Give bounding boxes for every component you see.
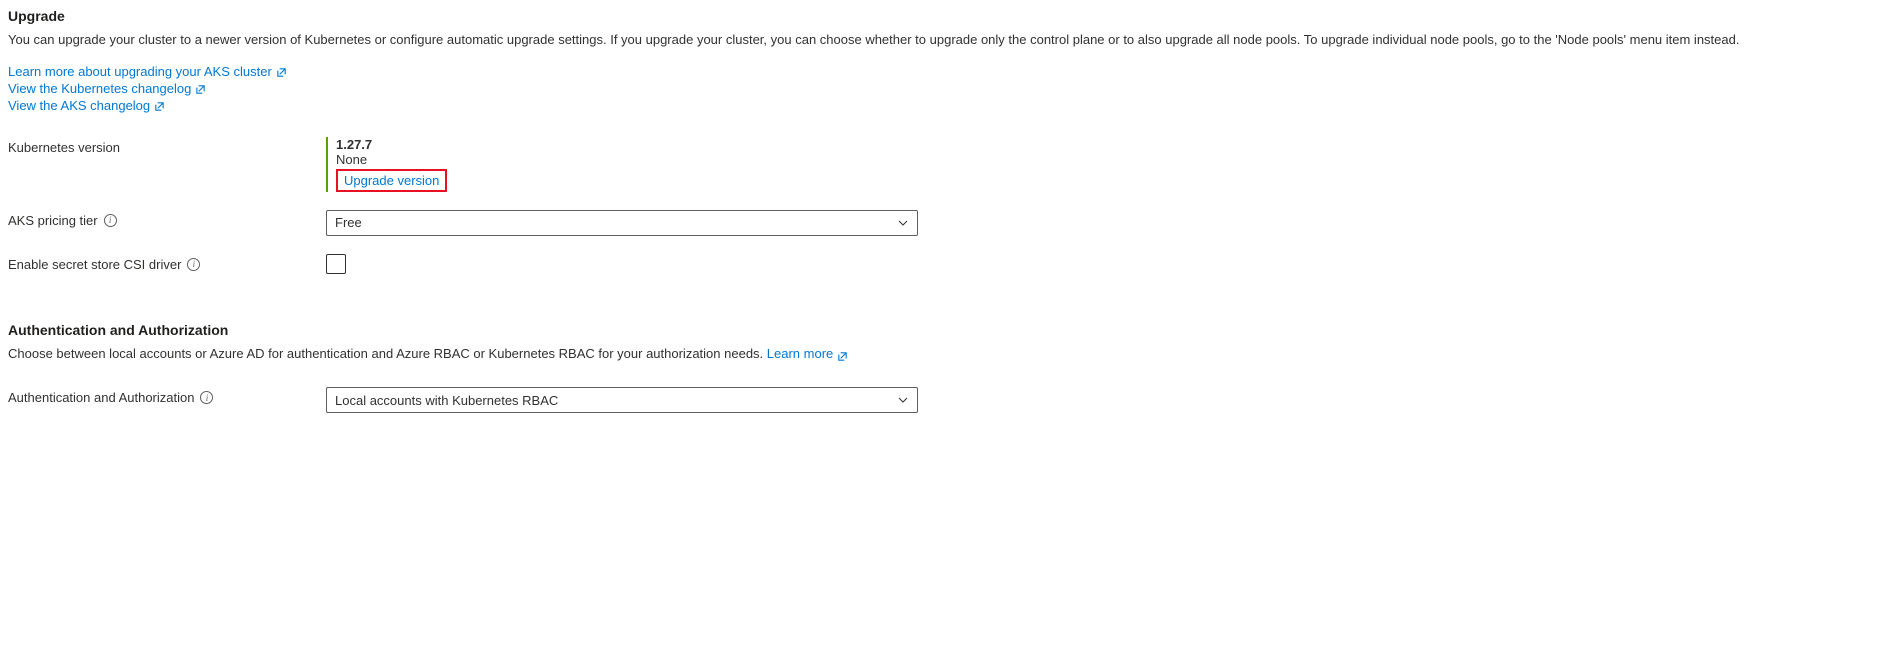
label-text: Authentication and Authorization xyxy=(8,390,194,405)
link-text: Learn more xyxy=(767,344,833,364)
external-link-icon xyxy=(837,348,848,359)
auth-title: Authentication and Authorization xyxy=(8,322,1893,338)
auth-section: Authentication and Authorization Choose … xyxy=(8,322,1893,414)
upgrade-title: Upgrade xyxy=(8,8,1893,24)
learn-more-aks-upgrade-link[interactable]: Learn more about upgrading your AKS clus… xyxy=(8,64,287,79)
info-icon[interactable]: i xyxy=(187,258,200,271)
k8s-changelog-link[interactable]: View the Kubernetes changelog xyxy=(8,81,206,96)
csi-driver-row: Enable secret store CSI driver i xyxy=(8,254,1893,274)
pricing-tier-dropdown[interactable]: Free xyxy=(326,210,918,236)
chevron-down-icon xyxy=(897,217,909,229)
link-text: Learn more about upgrading your AKS clus… xyxy=(8,64,272,79)
external-link-icon xyxy=(276,66,287,77)
auth-dropdown[interactable]: Local accounts with Kubernetes RBAC xyxy=(326,387,918,413)
k8s-version-value: 1.27.7 xyxy=(336,137,447,152)
k8s-version-value-block: 1.27.7 None Upgrade version xyxy=(326,137,447,192)
pricing-tier-row: AKS pricing tier i Free xyxy=(8,210,1893,236)
aks-changelog-link[interactable]: View the AKS changelog xyxy=(8,98,165,113)
k8s-version-sub: None xyxy=(336,152,447,167)
dropdown-value: Free xyxy=(335,215,362,230)
info-icon[interactable]: i xyxy=(200,391,213,404)
k8s-version-row: Kubernetes version 1.27.7 None Upgrade v… xyxy=(8,137,1893,192)
dropdown-value: Local accounts with Kubernetes RBAC xyxy=(335,393,558,408)
upgrade-description: You can upgrade your cluster to a newer … xyxy=(8,30,1878,50)
auth-field-row: Authentication and Authorization i Local… xyxy=(8,387,1893,413)
info-icon[interactable]: i xyxy=(104,214,117,227)
chevron-down-icon xyxy=(897,394,909,406)
csi-driver-checkbox[interactable] xyxy=(326,254,346,274)
auth-description: Choose between local accounts or Azure A… xyxy=(8,344,908,364)
csi-driver-label: Enable secret store CSI driver i xyxy=(8,254,326,272)
auth-field-label: Authentication and Authorization i xyxy=(8,387,326,405)
upgrade-version-link[interactable]: Upgrade version xyxy=(344,173,439,188)
external-link-icon xyxy=(195,83,206,94)
upgrade-links: Learn more about upgrading your AKS clus… xyxy=(8,64,1893,113)
label-text: AKS pricing tier xyxy=(8,213,98,228)
auth-desc-text: Choose between local accounts or Azure A… xyxy=(8,346,767,361)
pricing-tier-label: AKS pricing tier i xyxy=(8,210,326,228)
label-text: Enable secret store CSI driver xyxy=(8,257,181,272)
external-link-icon xyxy=(154,100,165,111)
k8s-version-label: Kubernetes version xyxy=(8,137,326,155)
link-text: View the AKS changelog xyxy=(8,98,150,113)
upgrade-version-highlight: Upgrade version xyxy=(336,169,447,192)
auth-learn-more-link[interactable]: Learn more xyxy=(767,344,848,364)
upgrade-section: Upgrade You can upgrade your cluster to … xyxy=(8,8,1893,274)
link-text: View the Kubernetes changelog xyxy=(8,81,191,96)
